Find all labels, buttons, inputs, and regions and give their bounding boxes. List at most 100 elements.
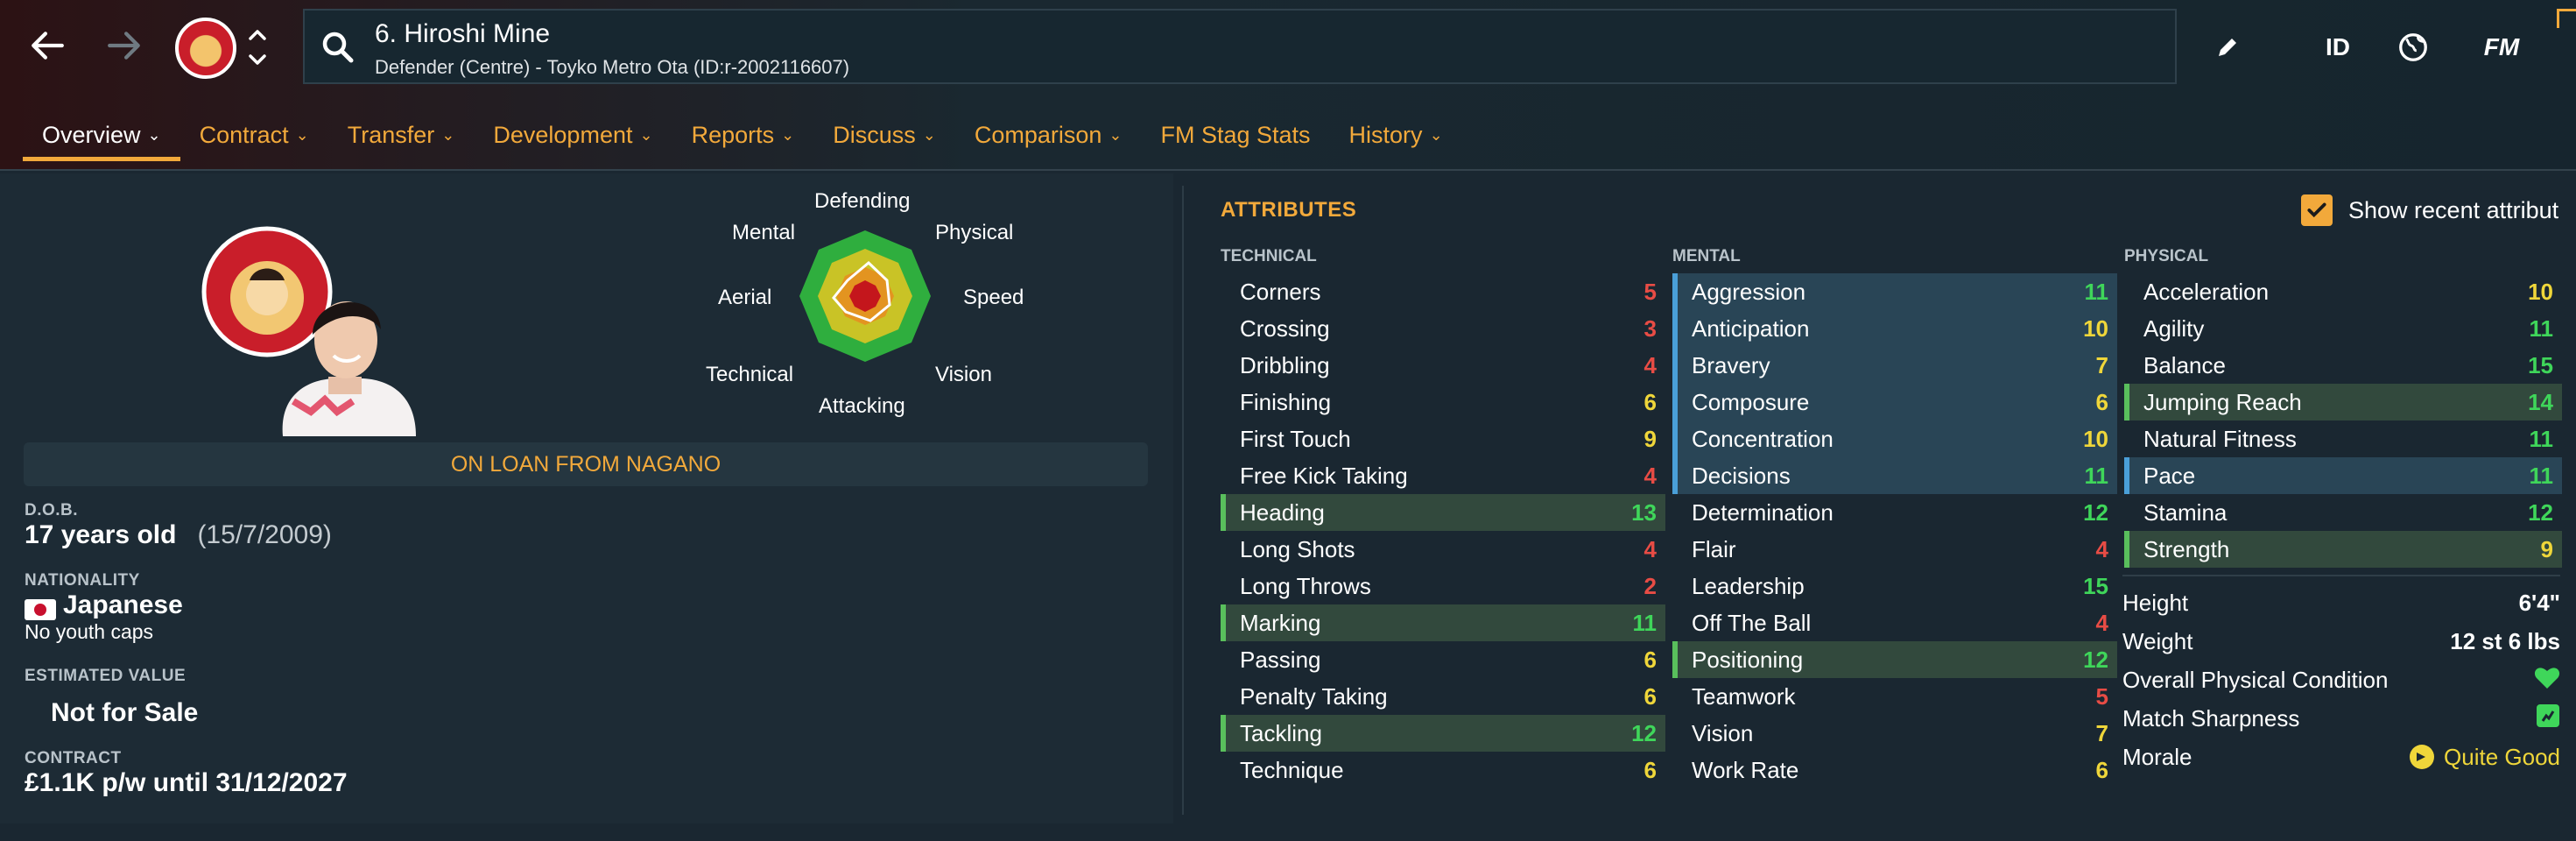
attribute-row-balance[interactable]: Balance 15	[2124, 347, 2562, 384]
tab-overview[interactable]: Overview ⌄	[23, 112, 180, 161]
attribute-name: Leadership	[1692, 572, 1805, 599]
attribute-value: 11	[2529, 314, 2554, 342]
loan-banner: ON LOAN FROM NAGANO	[24, 442, 1148, 486]
attribute-row-jumping-reach[interactable]: Jumping Reach 14	[2124, 384, 2562, 420]
attribute-row-work-rate[interactable]: Work Rate 6	[1672, 752, 2117, 788]
attribute-row-composure[interactable]: Composure 6	[1672, 384, 2117, 420]
player-search-box[interactable]: 6. Hiroshi Mine Defender (Centre) - Toyk…	[303, 9, 2177, 84]
attribute-name: Penalty Taking	[1240, 682, 1388, 710]
attribute-row-determination[interactable]: Determination 12	[1672, 494, 2117, 531]
attribute-value: 6	[1643, 388, 1657, 415]
tab-history[interactable]: History ⌄	[1330, 112, 1462, 158]
attribute-radar: Defending Physical Speed Vision Attackin…	[683, 189, 1068, 443]
tab-comparison[interactable]: Comparison ⌄	[955, 112, 1142, 158]
attribute-value: 6	[2095, 388, 2108, 415]
attribute-value: 2	[1643, 572, 1657, 599]
tab-reports[interactable]: Reports ⌄	[672, 112, 814, 158]
attribute-row-passing[interactable]: Passing 6	[1221, 641, 1665, 678]
attribute-row-finishing[interactable]: Finishing 6	[1221, 384, 1665, 420]
attribute-row-flair[interactable]: Flair 4	[1672, 531, 2117, 568]
attribute-row-off-the-ball[interactable]: Off The Ball 4	[1672, 604, 2117, 641]
attribute-value: 11	[2529, 462, 2554, 489]
attribute-row-penalty-taking[interactable]: Penalty Taking 6	[1221, 678, 1665, 715]
attribute-row-marking[interactable]: Marking 11	[1221, 604, 1665, 641]
player-name: 6. Hiroshi Mine	[375, 19, 551, 48]
sharpness-row: Match Sharpness	[2122, 699, 2560, 738]
attribute-row-first-touch[interactable]: First Touch 9	[1221, 420, 1665, 457]
search-icon[interactable]	[320, 30, 355, 65]
contract-value[interactable]: £1.1K p/w until 31/12/2027	[25, 768, 348, 798]
sharpness-icon[interactable]	[2536, 703, 2560, 734]
fm-icon[interactable]: FM	[2471, 26, 2532, 68]
chevron-down-icon: ⌄	[781, 125, 795, 144]
tab-development[interactable]: Development ⌄	[474, 112, 672, 158]
attribute-row-corners[interactable]: Corners 5	[1221, 273, 1665, 310]
dob-block: D.O.B. 17 years old (15/7/2009)	[25, 501, 332, 550]
globe-icon[interactable]	[2392, 26, 2434, 68]
attribute-value: 10	[2083, 425, 2108, 452]
attribute-value: 3	[1643, 314, 1657, 342]
attribute-name: Acceleration	[2143, 278, 2270, 305]
attribute-row-positioning[interactable]: Positioning 12	[1672, 641, 2117, 678]
attribute-row-leadership[interactable]: Leadership 15	[1672, 568, 2117, 604]
attribute-name: Free Kick Taking	[1240, 462, 1408, 489]
morale-value[interactable]: Quite Good	[2409, 744, 2560, 771]
attribute-row-aggression[interactable]: Aggression 11	[1672, 273, 2117, 310]
attribute-row-bravery[interactable]: Bravery 7	[1672, 347, 2117, 384]
checkbox-checked-icon[interactable]	[2301, 194, 2333, 226]
attribute-row-crossing[interactable]: Crossing 3	[1221, 310, 1665, 347]
id-icon[interactable]: ID	[2312, 26, 2364, 68]
weight-value: 12 st 6 lbs	[2450, 627, 2560, 654]
attribute-row-strength[interactable]: Strength 9	[2124, 531, 2562, 568]
tab-contract[interactable]: Contract ⌄	[180, 112, 328, 158]
attribute-value: 6	[1643, 646, 1657, 673]
attribute-row-technique[interactable]: Technique 6	[1221, 752, 1665, 788]
attribute-value: 11	[2084, 462, 2109, 489]
attribute-row-decisions[interactable]: Decisions 11	[1672, 457, 2117, 494]
attribute-row-long-shots[interactable]: Long Shots 4	[1221, 531, 1665, 568]
attribute-value: 12	[1631, 719, 1657, 746]
attribute-name: Jumping Reach	[2143, 388, 2302, 415]
attribute-value: 11	[1632, 609, 1658, 636]
chevron-down-icon: ⌄	[441, 125, 455, 144]
attribute-row-acceleration[interactable]: Acceleration 10	[2124, 273, 2562, 310]
show-recent-toggle[interactable]: Show recent attribut	[2301, 194, 2558, 226]
attribute-row-stamina[interactable]: Stamina 12	[2124, 494, 2562, 531]
radar-label-defending: Defending	[814, 189, 911, 213]
attribute-row-teamwork[interactable]: Teamwork 5	[1672, 678, 2117, 715]
attribute-value: 4	[1643, 462, 1657, 489]
dob-label: D.O.B.	[25, 501, 79, 519]
pencil-icon[interactable]	[2206, 26, 2249, 68]
attribute-name: Flair	[1692, 535, 1736, 562]
attribute-value: 11	[2529, 425, 2554, 452]
weight-row: Weight 12 st 6 lbs	[2122, 627, 2560, 654]
heart-icon[interactable]	[2534, 665, 2560, 696]
forward-arrow-icon[interactable]	[98, 19, 151, 72]
attribute-row-pace[interactable]: Pace 11	[2124, 457, 2562, 494]
condition-row: Overall Physical Condition	[2122, 661, 2560, 699]
tab-transfer[interactable]: Transfer ⌄	[328, 112, 475, 158]
back-arrow-icon[interactable]	[21, 19, 74, 72]
attribute-row-dribbling[interactable]: Dribbling 4	[1221, 347, 1665, 384]
attribute-row-agility[interactable]: Agility 11	[2124, 310, 2562, 347]
attribute-row-tackling[interactable]: Tackling 12	[1221, 715, 1665, 752]
tab-discuss[interactable]: Discuss ⌄	[813, 112, 955, 158]
radar-label-technical: Technical	[706, 363, 794, 386]
attribute-row-vision[interactable]: Vision 7	[1672, 715, 2117, 752]
tab-fm-stag-stats[interactable]: FM Stag Stats	[1141, 112, 1329, 158]
attribute-row-free-kick-taking[interactable]: Free Kick Taking 4	[1221, 457, 1665, 494]
up-down-chevron-icon[interactable]	[245, 23, 270, 72]
attribute-row-heading[interactable]: Heading 13	[1221, 494, 1665, 531]
nationality-value[interactable]: Japanese	[63, 590, 183, 619]
club-badge[interactable]	[175, 18, 236, 79]
attributes-title: ATTRIBUTES	[1221, 198, 1357, 222]
technical-header: TECHNICAL	[1221, 247, 1317, 265]
tab-bar: Overview ⌄ Contract ⌄ Transfer ⌄ Developmen…	[23, 112, 1462, 161]
attribute-row-anticipation[interactable]: Anticipation 10	[1672, 310, 2117, 347]
attribute-row-long-throws[interactable]: Long Throws 2	[1221, 568, 1665, 604]
attribute-name: Heading	[1240, 498, 1325, 526]
attribute-value: 15	[2083, 572, 2108, 599]
attribute-row-natural-fitness[interactable]: Natural Fitness 11	[2124, 420, 2562, 457]
attribute-row-concentration[interactable]: Concentration 10	[1672, 420, 2117, 457]
attribute-value: 10	[2083, 314, 2108, 342]
